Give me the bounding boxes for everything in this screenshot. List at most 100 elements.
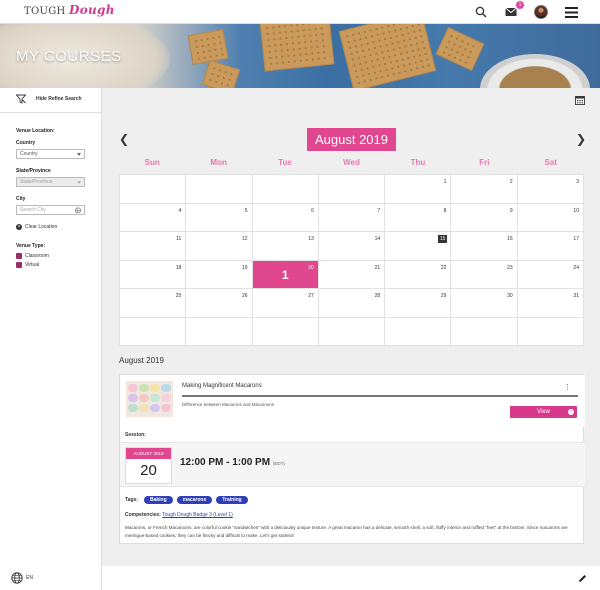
calendar-day[interactable]: 5 [186,203,253,232]
progress-bar [182,395,578,397]
calendar-day[interactable]: 2 [451,175,518,204]
state-label: State/Province [16,168,51,174]
location-pin-icon[interactable]: ⨁ [75,207,81,215]
clear-location-button[interactable]: × Clear Location [16,224,57,230]
tag-macarons[interactable]: macarons [176,496,213,504]
hide-refine-label: Hide Refine Search [36,96,82,102]
calendar-day[interactable]: 29 [385,289,452,318]
calendar-day[interactable]: 1 [385,175,452,204]
calendar-view-icon[interactable] [575,95,585,105]
calendar-day[interactable]: 22 [385,260,452,289]
weekday-label: Mon [210,158,227,167]
calendar-day[interactable]: 6 [252,203,319,232]
calendar-day[interactable]: 31 [517,289,584,318]
calendar-day[interactable]: 10 [517,203,584,232]
calendar-day[interactable]: 9 [451,203,518,232]
calendar-day[interactable]: 23 [451,260,518,289]
avatar[interactable] [532,3,550,21]
calendar-day[interactable]: 26 [186,289,253,318]
weekday-header: Sun Mon Tue Wed Thu Fri Sat [119,152,584,174]
more-options-icon[interactable]: ⋮ [564,383,571,391]
competencies-label: Competencies: [125,512,161,518]
course-title[interactable]: Making Magnificent Macarons [182,383,262,389]
venue-type-label-classroom: Classroom [25,253,49,259]
day-number: 6 [311,207,314,214]
close-icon: × [16,224,22,230]
session-time-range: 12:00 PM - 1:00 PM [180,457,271,468]
day-number: 11 [176,236,182,242]
session-date: AUGUST 2019 20 [125,447,172,484]
calendar-empty-day [252,317,319,346]
checkbox-checked [16,262,22,268]
day-number: 30 [507,293,513,299]
calendar-day[interactable]: 8 [385,203,452,232]
view-button[interactable]: View › [510,406,577,418]
session-row[interactable]: AUGUST 2019 20 12:00 PM - 1:00 PM (EDT) [120,442,585,487]
calendar-day[interactable]: 13 [252,232,319,261]
calendar-day[interactable]: 30 [451,289,518,318]
weekday-label: Fri [479,158,490,167]
hide-refine-search-button[interactable]: Hide Refine Search [16,94,82,104]
language-selector[interactable]: EN [11,572,33,584]
weekday-label: Wed [343,158,360,167]
hamburger-menu-icon[interactable] [562,3,580,21]
calendar-day-with-event[interactable]: 20 1 [252,260,319,289]
state-select-value: State/Province [20,179,53,185]
country-select[interactable]: Country [16,149,85,159]
venue-type-classroom-checkbox[interactable]: Classroom [16,253,49,259]
tag-training[interactable]: Training [216,496,248,504]
day-number: 21 [374,264,381,271]
calendar-day[interactable]: 18 [120,260,187,289]
weekday-label: Sat [544,158,557,167]
day-number: 23 [507,264,513,271]
day-number: 28 [374,293,381,299]
day-number: 14 [374,236,381,242]
edit-pen-icon[interactable] [578,574,587,585]
city-search-input[interactable]: Search City ⨁ [16,205,85,215]
course-thumbnail[interactable] [126,381,173,417]
calendar-empty-day [517,317,584,346]
weekday-label: Tue [278,158,292,167]
competency-link[interactable]: Tough Dough Badge 3 (Level 1) [162,512,233,518]
calendar-day[interactable]: 7 [318,203,386,232]
venue-type-label: Venue Type: [16,243,46,249]
state-select[interactable]: State/Province [16,177,85,187]
mail-icon[interactable]: 1 [502,1,524,21]
view-button-label: View [537,409,550,415]
next-month-arrow-icon[interactable]: ❯ [576,132,586,146]
day-number: 9 [509,207,513,214]
venue-type-virtual-checkbox[interactable]: Virtual [16,262,39,268]
calendar-day[interactable]: 25 [120,289,187,318]
day-number: 7 [377,207,381,214]
calendar-day[interactable]: 14 [318,232,386,261]
calendar-day[interactable]: 11 [120,232,187,261]
tag-baking[interactable]: Baking [143,496,173,504]
day-number: 3 [576,179,579,185]
calendar-day[interactable]: 21 [318,260,386,289]
session-date-month: AUGUST 2019 [126,448,171,459]
calendar-empty-day [252,175,319,204]
city-label: City [16,196,26,202]
logo[interactable]: TOUGH Dough [24,3,115,21]
clear-location-label: Clear Location [25,224,58,230]
day-number: 29 [440,293,447,299]
calendar-day[interactable]: 19 [186,260,253,289]
prev-month-arrow-icon[interactable]: ❮ [119,132,129,146]
session-time: 12:00 PM - 1:00 PM (EDT) [180,457,285,468]
day-number: 2 [509,179,513,185]
calendar-day[interactable]: 16 [451,232,518,261]
day-number: 22 [440,264,447,271]
search-icon[interactable] [472,3,490,21]
calendar-day[interactable]: 17 [517,232,584,261]
calendar-day[interactable]: 24 [517,260,584,289]
top-nav: TOUGH Dough 1 [0,0,600,24]
calendar-day[interactable]: 15 [385,232,452,261]
globe-icon [11,572,23,584]
calendar-day[interactable]: 4 [120,203,187,232]
venue-type-label-virtual: Virtual [25,262,40,268]
calendar-day[interactable]: 28 [318,289,386,318]
calendar-day[interactable]: 12 [186,232,253,261]
logo-script: Dough [69,3,115,17]
calendar-day[interactable]: 3 [517,175,584,204]
calendar-day[interactable]: 27 [252,289,319,318]
